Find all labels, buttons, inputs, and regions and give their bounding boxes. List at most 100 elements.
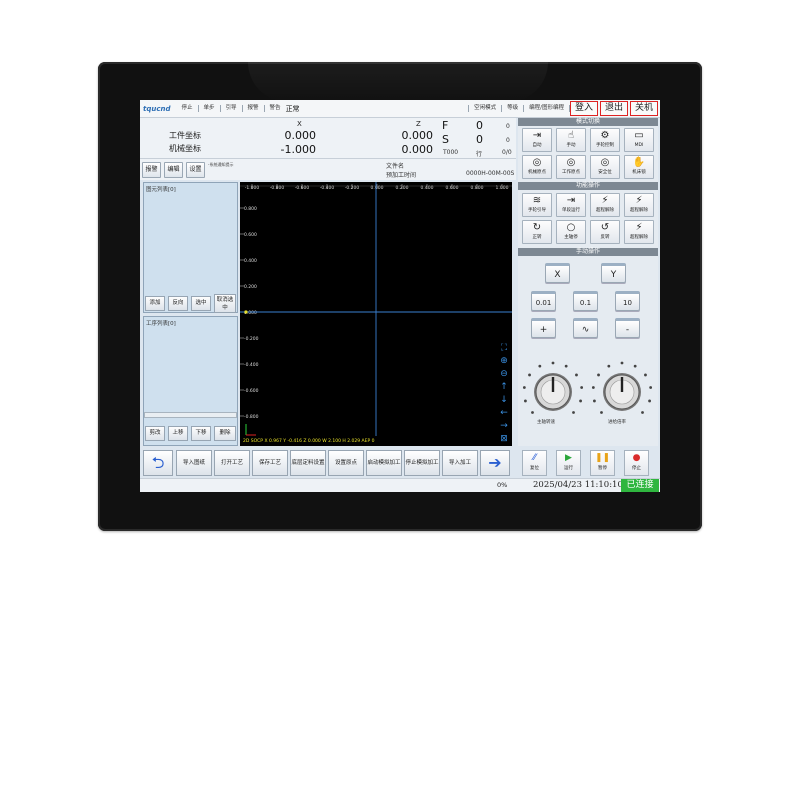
progress-percent: 0% xyxy=(497,481,508,489)
step-0-01-button[interactable]: 0.01 xyxy=(531,291,556,311)
open-process-button[interactable]: 打开工艺 xyxy=(214,450,250,476)
base-material-settings-button[interactable]: 底层定料设置 xyxy=(290,450,326,476)
cut-process-button[interactable]: 剪改 xyxy=(145,426,165,441)
zoom-out-icon[interactable]: ⊖ xyxy=(500,369,508,379)
mode-button-0[interactable]: ⇥ 自动 xyxy=(522,128,552,152)
func-button-1[interactable]: ⇥ 单段运行 xyxy=(556,193,586,217)
feed-spindle-panel: F 0 0 S 0 0 T000 行 0/0 xyxy=(440,118,516,158)
zoom-in-icon[interactable]: ⊕ xyxy=(500,356,508,366)
mode-button-label: 手轮控制 xyxy=(596,143,614,148)
func-button-6[interactable]: ↺ 反转 xyxy=(590,220,620,244)
forward-button[interactable]: ➔ xyxy=(480,450,510,476)
mode-button-label: MDI xyxy=(634,143,644,148)
func-button-label: 超程解除 xyxy=(630,208,648,213)
knob-scale-dot xyxy=(593,399,596,403)
mode-button-5[interactable]: ◎ 工作原点 xyxy=(556,155,586,179)
axis-y-button[interactable]: Y xyxy=(601,263,626,283)
pan-right-icon[interactable]: → xyxy=(500,421,508,431)
mode-icon: ▭ xyxy=(634,130,644,141)
run-button-label: 停止 xyxy=(632,466,641,471)
pause-button[interactable]: ❚❚ 暂停 xyxy=(590,450,615,476)
knob-scale-dot xyxy=(648,399,651,403)
settings-tab-button[interactable]: 设置 xyxy=(186,162,205,178)
line-value: 0/0 xyxy=(502,149,512,156)
func-button-7[interactable]: ⚡ 超程解除 xyxy=(624,220,654,244)
shutdown-button[interactable]: 关机 xyxy=(629,101,658,116)
save-process-button[interactable]: 保存工艺 xyxy=(252,450,288,476)
mode-button-3[interactable]: ▭ MDI xyxy=(624,128,654,152)
z-axis-header: Z xyxy=(416,120,421,128)
start-simulation-button[interactable]: 启动模拟加工 xyxy=(366,450,402,476)
knob-scale-dot xyxy=(644,373,647,377)
pan-up-icon[interactable]: ↑ xyxy=(500,382,508,392)
process-list-scrollbar[interactable] xyxy=(144,412,237,418)
jog-wave-button[interactable]: ∿ xyxy=(573,318,598,338)
mode-button-4[interactable]: ◎ 机械原点 xyxy=(522,155,552,179)
axis-x-button[interactable]: X xyxy=(545,263,570,283)
move-up-button[interactable]: 上移 xyxy=(168,426,188,441)
machine-x-value: -1.000 xyxy=(280,143,316,156)
mode-icon: ✋ xyxy=(632,157,646,168)
brand-logo: tqucnd xyxy=(143,104,171,113)
edit-tab-button[interactable]: 编辑 xyxy=(164,162,183,178)
run-button[interactable]: ▶ 运行 xyxy=(556,450,581,476)
stop-button[interactable]: ● 停止 xyxy=(624,450,649,476)
spindle-speed-knob[interactable] xyxy=(520,358,586,424)
work-coord-label: 工件坐标 xyxy=(169,131,201,140)
pan-left-icon[interactable]: ← xyxy=(500,408,508,418)
mode-button-2[interactable]: ⚙ 手轮控制 xyxy=(590,128,620,152)
jog-minus-button[interactable]: - xyxy=(615,318,640,338)
add-element-button[interactable]: 添加 xyxy=(145,296,165,311)
machine-coord-label: 机械坐标 xyxy=(169,144,201,153)
deselect-element-button[interactable]: 取消选中 xyxy=(214,294,236,313)
knob-scale-dot xyxy=(607,364,611,368)
mode-button-6[interactable]: ◎ 安全位 xyxy=(590,155,620,179)
func-button-label: 主轴停 xyxy=(564,235,578,240)
tool-position-marker xyxy=(244,310,248,314)
select-element-button[interactable]: 选中 xyxy=(191,296,211,311)
fit-view-icon[interactable]: ⛶ xyxy=(500,342,508,353)
knob-scale-dot xyxy=(551,361,555,365)
func-button-label: 超程解除 xyxy=(630,235,648,240)
knob-scale-dot xyxy=(528,373,531,377)
back-button[interactable]: ⮌ xyxy=(143,450,173,476)
pan-down-icon[interactable]: ↓ xyxy=(500,395,508,405)
reset-button[interactable]: ⁄⁄ 复位 xyxy=(522,450,547,476)
graphics-canvas[interactable]: -1.000 -0.800 -0.600 -0.400 -0.200 0.000 0.200… xyxy=(240,182,512,446)
knob-scale-dot xyxy=(600,411,603,414)
knob-scale-dot xyxy=(597,373,600,377)
reverse-element-button[interactable]: 反向 xyxy=(168,296,188,311)
func-button-5[interactable]: ○ 主轴停 xyxy=(556,220,586,244)
spindle-unit: 0 xyxy=(506,137,510,144)
step-0-1-button[interactable]: 0.1 xyxy=(573,291,598,311)
stop-simulation-button[interactable]: 停止模拟加工 xyxy=(404,450,440,476)
feed-rate-knob[interactable] xyxy=(589,358,655,424)
function-header: 功能操作 xyxy=(518,182,658,190)
y-tick-label: -0.200 xyxy=(244,336,259,342)
mode-icon: ◎ xyxy=(600,157,610,168)
func-button-0[interactable]: ≋ 手轮引导 xyxy=(522,193,552,217)
mode-button-label: 手动 xyxy=(566,143,576,148)
func-button-3[interactable]: ⚡ 超程解除 xyxy=(624,193,654,217)
pre-process-time-value: 0000H-00M-00S xyxy=(466,170,515,177)
spindle-knob-label: 主轴转速 xyxy=(537,420,555,425)
machine-state: 正常 xyxy=(285,104,300,113)
func-button-4[interactable]: ↻ 正转 xyxy=(522,220,552,244)
knob-scale-dot xyxy=(633,364,637,368)
func-button-label: 单段运行 xyxy=(562,208,580,213)
jog-plus-button[interactable]: + xyxy=(531,318,556,338)
func-button-2[interactable]: ⚡ 超程解除 xyxy=(590,193,620,217)
mode-button-1[interactable]: ☝ 手动 xyxy=(556,128,586,152)
import-machining-button[interactable]: 导入加工 xyxy=(442,450,478,476)
delete-process-button[interactable]: 删除 xyxy=(214,426,236,441)
exit-button[interactable]: 退出 xyxy=(599,101,628,116)
move-down-button[interactable]: 下移 xyxy=(191,426,211,441)
alarm-tab-button[interactable]: 报警 xyxy=(142,162,161,178)
canvas-grid: -1.000 -0.800 -0.600 -0.400 -0.200 0.000 0.200… xyxy=(240,182,512,444)
mode-button-7[interactable]: ✋ 机床锁 xyxy=(624,155,654,179)
import-drawing-button[interactable]: 导入图纸 xyxy=(176,450,212,476)
set-origin-button[interactable]: 设置原点 xyxy=(328,450,364,476)
cnc-screen: tqucnd 停止 单步 引导 报警 警告 正常 空闲模式 等级 编程/图形编程… xyxy=(140,100,660,492)
step-10-button[interactable]: 10 xyxy=(615,291,640,311)
login-button[interactable]: 登入 xyxy=(569,101,598,116)
